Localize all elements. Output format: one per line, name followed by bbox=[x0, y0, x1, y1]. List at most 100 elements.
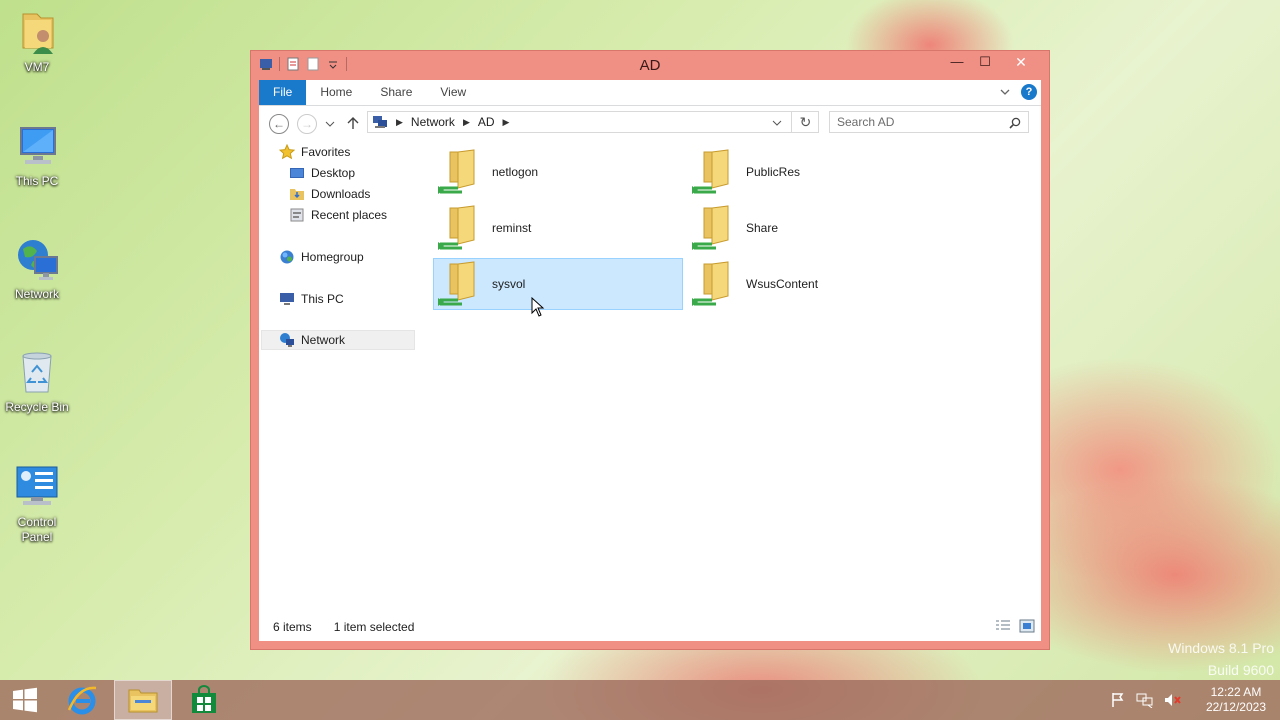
breadcrumb-separator[interactable]: ▶ bbox=[463, 117, 470, 128]
desktop-icon-network[interactable]: Network bbox=[4, 235, 70, 302]
search-input[interactable]: Search AD bbox=[829, 111, 1029, 133]
nav-label: Favorites bbox=[301, 145, 351, 159]
desktop-icon-label: Control Panel bbox=[17, 515, 57, 544]
computer-icon bbox=[280, 293, 294, 305]
shared-folder-icon bbox=[436, 204, 484, 252]
window-body: File Home Share View ? ← → ▶ Network ▶ A… bbox=[259, 80, 1041, 641]
title-bar[interactable]: AD — ☐ ✕ bbox=[251, 51, 1049, 80]
breadcrumb-network[interactable]: Network bbox=[411, 115, 455, 129]
breadcrumb-separator[interactable]: ▶ bbox=[503, 117, 510, 128]
shared-folder-icon bbox=[436, 260, 484, 308]
folder-content: netlogon PublicRes reminst Share sysvol … bbox=[425, 138, 1041, 613]
clock-date: 22/12/2023 bbox=[1205, 700, 1266, 714]
nav-label: Network bbox=[301, 333, 346, 347]
clock-time: 12:22 AM bbox=[1210, 685, 1262, 699]
tab-home[interactable]: Home bbox=[306, 80, 366, 105]
computer-icon bbox=[13, 122, 61, 170]
address-dropdown-icon[interactable] bbox=[772, 118, 782, 128]
forward-button[interactable]: → bbox=[297, 114, 317, 134]
star-icon bbox=[279, 144, 295, 160]
network-location-icon bbox=[373, 116, 387, 128]
tab-file[interactable]: File bbox=[259, 80, 307, 105]
refresh-button[interactable]: ↻ bbox=[791, 111, 819, 133]
nav-label: Homegroup bbox=[301, 250, 364, 264]
watermark-edition: Windows 8.1 Pro bbox=[1168, 640, 1274, 656]
user-folder-icon bbox=[13, 8, 61, 56]
taskbar-file-explorer[interactable] bbox=[114, 680, 172, 720]
homegroup-icon bbox=[280, 250, 294, 264]
details-view-icon[interactable] bbox=[995, 619, 1011, 633]
desktop-icon-vm7[interactable]: VM7 bbox=[4, 8, 70, 75]
ribbon-tabs: File Home Share View ? bbox=[259, 80, 1041, 106]
breadcrumb-separator[interactable]: ▶ bbox=[396, 117, 403, 128]
tab-share[interactable]: Share bbox=[366, 80, 426, 105]
nav-favorites[interactable]: Favorites bbox=[279, 142, 350, 162]
nav-this-pc[interactable]: This PC bbox=[279, 289, 344, 309]
nav-label: Downloads bbox=[311, 187, 371, 201]
volume-muted-icon[interactable] bbox=[1164, 692, 1182, 708]
recycle-bin-icon bbox=[13, 348, 61, 396]
search-icon[interactable] bbox=[1009, 117, 1021, 129]
address-bar[interactable]: ▶ Network ▶ AD ▶ bbox=[367, 111, 819, 133]
folder-reminst[interactable]: reminst bbox=[433, 202, 683, 254]
navigation-bar: ← → ▶ Network ▶ AD ▶ ↻ Search AD bbox=[259, 106, 1041, 138]
nav-network[interactable]: Network bbox=[261, 330, 415, 350]
nav-desktop[interactable]: Desktop bbox=[289, 163, 355, 183]
system-clock[interactable]: 12:22 AM 22/12/2023 bbox=[1206, 685, 1266, 715]
taskbar: 12:22 AM 22/12/2023 bbox=[0, 680, 1280, 720]
store-icon bbox=[192, 685, 216, 713]
close-button[interactable]: ✕ bbox=[999, 51, 1043, 73]
mouse-cursor-icon bbox=[531, 297, 545, 317]
shared-folder-icon bbox=[436, 148, 484, 196]
folder-share[interactable]: Share bbox=[687, 202, 937, 254]
file-explorer-icon bbox=[128, 689, 158, 713]
taskbar-store[interactable] bbox=[175, 680, 233, 720]
action-center-flag-icon[interactable] bbox=[1110, 692, 1126, 708]
folder-name: netlogon bbox=[492, 165, 539, 179]
desktop-icon-recycle-bin[interactable]: Recycle Bin bbox=[4, 348, 70, 415]
desktop-icon-control-panel[interactable]: Control Panel bbox=[4, 463, 70, 545]
watermark-build: Build 9600 bbox=[1207, 662, 1274, 678]
nav-downloads[interactable]: Downloads bbox=[289, 184, 370, 204]
breadcrumb-ad[interactable]: AD bbox=[478, 115, 495, 129]
window-title: AD bbox=[639, 57, 661, 74]
desktop-icon-label: Network bbox=[14, 287, 59, 301]
nav-recent-places[interactable]: Recent places bbox=[289, 205, 387, 225]
folder-wsuscontent[interactable]: WsusContent bbox=[687, 258, 937, 310]
expand-ribbon-icon[interactable] bbox=[999, 86, 1011, 98]
folder-name: sysvol bbox=[492, 277, 526, 291]
recent-places-icon bbox=[290, 208, 304, 222]
folder-publicres[interactable]: PublicRes bbox=[687, 146, 937, 198]
recent-locations-icon[interactable] bbox=[325, 119, 335, 129]
large-icons-view-icon[interactable] bbox=[1019, 619, 1035, 633]
network-status-icon[interactable] bbox=[1136, 692, 1154, 708]
network-icon bbox=[280, 333, 294, 347]
back-button[interactable]: ← bbox=[269, 114, 289, 134]
windows-watermark: Windows 8.1 Pro Build 9600 bbox=[1168, 637, 1274, 681]
selection-count: 1 item selected bbox=[333, 620, 415, 634]
nav-homegroup[interactable]: Homegroup bbox=[279, 247, 364, 267]
taskbar-internet-explorer[interactable] bbox=[53, 680, 111, 720]
nav-label: This PC bbox=[301, 292, 344, 306]
desktop-icon-label: This PC bbox=[15, 174, 59, 188]
help-button[interactable]: ? bbox=[1021, 84, 1037, 100]
folder-netlogon[interactable]: netlogon bbox=[433, 146, 683, 198]
downloads-folder-icon bbox=[290, 189, 304, 200]
desktop-icon-this-pc[interactable]: This PC bbox=[4, 122, 70, 189]
control-panel-icon bbox=[13, 463, 61, 511]
item-count: 6 items bbox=[273, 620, 312, 634]
minimize-button[interactable]: — bbox=[943, 51, 971, 73]
maximize-button[interactable]: ☐ bbox=[971, 51, 999, 73]
windows-logo-icon bbox=[13, 687, 37, 713]
status-bar: 6 items 1 item selected bbox=[259, 613, 1041, 641]
desktop-icon-label: Recycle Bin bbox=[5, 400, 69, 414]
folder-name: Share bbox=[746, 221, 779, 235]
folder-name: PublicRes bbox=[746, 165, 801, 179]
nav-label: Desktop bbox=[311, 166, 356, 180]
start-button[interactable] bbox=[0, 680, 50, 720]
shared-folder-icon bbox=[690, 148, 738, 196]
tab-view[interactable]: View bbox=[426, 80, 480, 105]
folder-sysvol[interactable]: sysvol bbox=[433, 258, 683, 310]
network-globe-icon bbox=[13, 235, 61, 283]
up-arrow-icon[interactable] bbox=[347, 116, 359, 130]
